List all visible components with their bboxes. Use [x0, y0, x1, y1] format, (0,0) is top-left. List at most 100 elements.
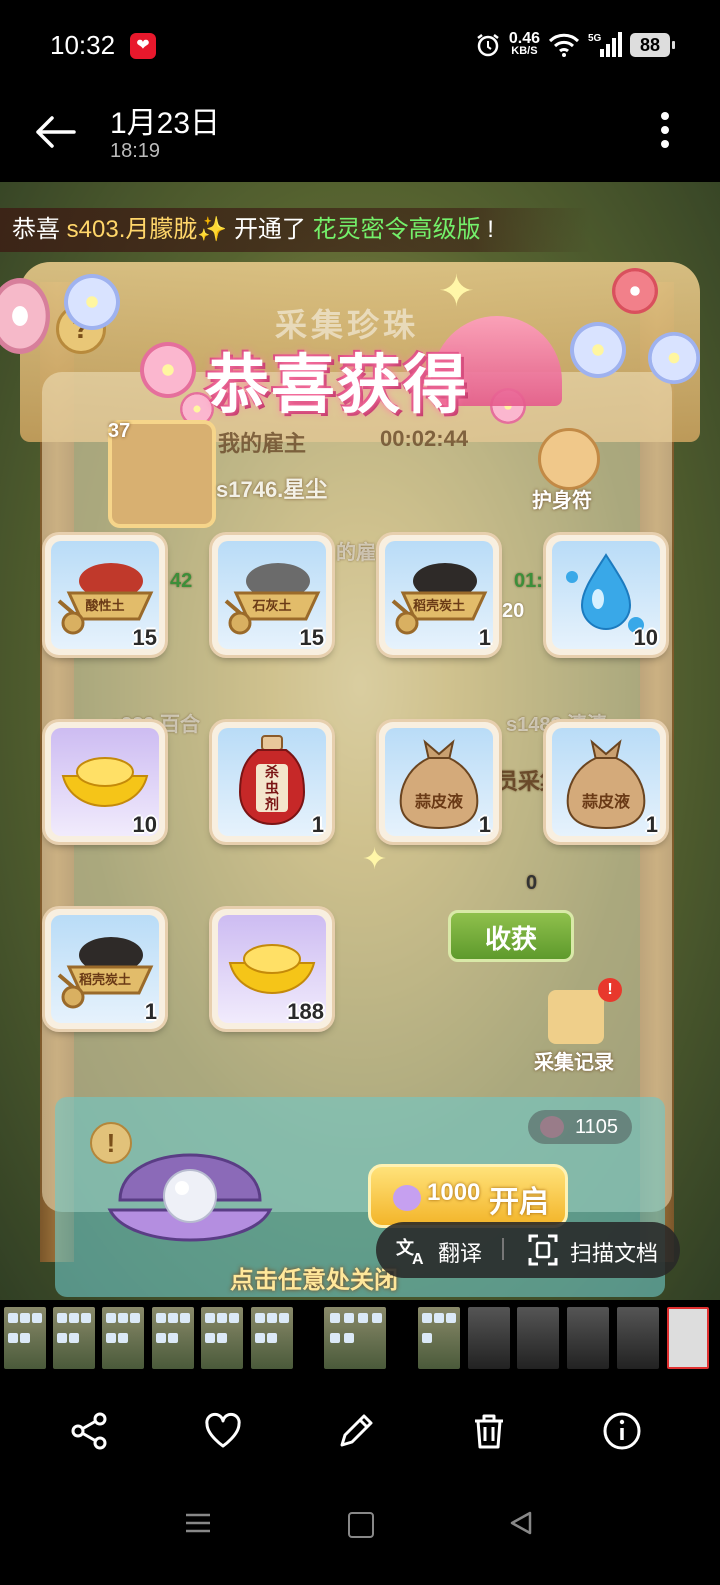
- banner-prefix: 恭喜: [12, 216, 60, 243]
- banner-product: 花灵密令高级版: [312, 216, 481, 243]
- reward-item[interactable]: 稻壳炭土 1: [45, 909, 165, 1029]
- reward-item[interactable]: 蒜皮液 1: [379, 722, 499, 842]
- thumbnail[interactable]: [251, 1307, 293, 1369]
- reward-item[interactable]: 10: [45, 722, 165, 842]
- employer-label: 我的雇主: [218, 431, 307, 456]
- employer-timer: 00:02:44: [380, 426, 469, 451]
- item-label: 稻壳炭土: [412, 598, 465, 613]
- bg-fragment: 01:: [514, 570, 543, 592]
- info-icon[interactable]: !: [90, 1122, 132, 1164]
- item-count: 15: [132, 625, 157, 650]
- tap-to-close-hint[interactable]: 点击任意处关闭: [230, 1260, 398, 1295]
- sparkle-icon: ✦: [362, 843, 388, 876]
- bg-fragment: 0: [526, 872, 538, 894]
- photo-actions-bar: [0, 1395, 720, 1475]
- employer-level: 37: [108, 420, 131, 442]
- flower-decoration-icon: [612, 268, 658, 314]
- battery-icon: 88: [630, 33, 675, 57]
- item-label: 蒜皮液: [414, 794, 463, 811]
- thumbnail[interactable]: [152, 1307, 194, 1369]
- info-circle-icon[interactable]: [602, 1411, 642, 1451]
- recent-apps-icon[interactable]: [186, 1512, 210, 1534]
- viewer-header: 1月23日 18:19: [0, 92, 720, 182]
- reward-item[interactable]: 10: [546, 535, 666, 655]
- reward-item[interactable]: 稻壳炭土 1: [379, 535, 499, 655]
- thumbnail[interactable]: [667, 1307, 709, 1369]
- item-count: 15: [299, 625, 324, 650]
- system-nav-bar: [0, 1490, 720, 1560]
- flower-decoration-icon: [64, 274, 120, 330]
- back-arrow-icon[interactable]: [30, 112, 80, 152]
- app-notification-icon: ❤: [130, 33, 156, 59]
- employer-name: s1746.星尘: [216, 477, 328, 502]
- nav-back-icon[interactable]: [508, 1510, 534, 1536]
- open-clam-button[interactable]: 1000 开启: [368, 1164, 568, 1228]
- thumbnail[interactable]: [567, 1307, 609, 1369]
- scan-document-button[interactable]: 扫描文档: [570, 1236, 658, 1268]
- photo-time: 18:19: [110, 140, 161, 162]
- net-speed: 0.46 KB/S: [509, 31, 540, 58]
- item-count: 10: [132, 812, 157, 837]
- open-cost: 1000: [427, 1179, 481, 1206]
- item-count: 1: [311, 812, 324, 837]
- thumbnail-strip: [0, 1307, 720, 1371]
- photo-view[interactable]: 恭喜 s403.月朦胧✨ 开通了 花灵密令高级版 ! ? 采集珍珠 ✦ ✦ 恭喜…: [0, 182, 720, 1300]
- harvest-button[interactable]: 收获: [448, 910, 574, 962]
- reward-item[interactable]: 酸性土 15: [45, 535, 165, 655]
- share-icon[interactable]: [70, 1411, 110, 1451]
- banner-middle: 开通了: [233, 216, 306, 243]
- thumbnail[interactable]: [53, 1307, 95, 1369]
- banner-player: s403.月朦胧✨: [66, 216, 228, 243]
- bg-fragment: 42: [170, 570, 193, 592]
- item-label: 稻壳炭土: [78, 972, 131, 987]
- item-count: 1: [478, 625, 491, 650]
- thumbnail[interactable]: [102, 1307, 144, 1369]
- amulet-label: 护身符: [532, 490, 592, 512]
- thumbnail-selected[interactable]: [324, 1307, 386, 1369]
- translate-button[interactable]: 翻译: [438, 1236, 482, 1268]
- bg-fragment: 的雇: [336, 542, 376, 564]
- svg-text:A: A: [412, 1251, 424, 1266]
- open-label: 开启: [489, 1186, 549, 1219]
- item-label: 酸性土: [85, 598, 125, 613]
- bottle-label-bot: 剂: [265, 796, 279, 812]
- thumbnail[interactable]: [468, 1307, 510, 1369]
- reward-item[interactable]: 188: [212, 909, 332, 1029]
- sparkle-icon: ✦: [438, 267, 475, 316]
- thumbnail[interactable]: [517, 1307, 559, 1369]
- thumbnail[interactable]: [201, 1307, 243, 1369]
- amulet-icon[interactable]: [538, 428, 600, 490]
- collection-record-icon[interactable]: [548, 990, 604, 1044]
- favorite-icon[interactable]: [203, 1411, 243, 1451]
- collection-record-label: 采集记录: [534, 1052, 614, 1074]
- edit-icon[interactable]: [336, 1411, 376, 1451]
- reward-item[interactable]: 蒜皮液 1: [546, 722, 666, 842]
- delete-icon[interactable]: [469, 1411, 509, 1451]
- status-time: 10:32: [50, 30, 116, 60]
- signal-icon: 5G: [588, 32, 622, 57]
- item-count: 1: [144, 999, 157, 1024]
- more-options-icon[interactable]: [660, 112, 670, 152]
- thumbnail[interactable]: [4, 1307, 46, 1369]
- svg-text:5G: 5G: [588, 33, 602, 44]
- item-count: 1: [645, 812, 658, 837]
- flower-decoration-icon: [648, 332, 700, 384]
- item-label: 蒜皮液: [581, 794, 630, 811]
- reward-item[interactable]: 石灰土 15: [212, 535, 332, 655]
- alarm-icon: [477, 34, 499, 57]
- banner-suffix: !: [487, 216, 494, 243]
- reward-item[interactable]: 杀 虫 剂 1: [212, 722, 332, 842]
- thumbnail[interactable]: [418, 1307, 460, 1369]
- wifi-icon: [548, 33, 580, 57]
- congrats-title: 恭喜获得: [205, 349, 469, 421]
- translate-icon[interactable]: 文 A: [396, 1234, 428, 1266]
- photo-date: 1月23日: [110, 107, 221, 140]
- thumbnail[interactable]: [617, 1307, 659, 1369]
- pearl-balance: 1105: [528, 1110, 632, 1144]
- item-count: 188: [287, 999, 324, 1024]
- home-icon[interactable]: [348, 1512, 374, 1538]
- item-count: 10: [633, 625, 658, 650]
- item-count: 1: [478, 812, 491, 837]
- scan-document-icon[interactable]: [528, 1234, 558, 1266]
- announcement-banner: 恭喜 s403.月朦胧✨ 开通了 花灵密令高级版 !: [0, 208, 590, 252]
